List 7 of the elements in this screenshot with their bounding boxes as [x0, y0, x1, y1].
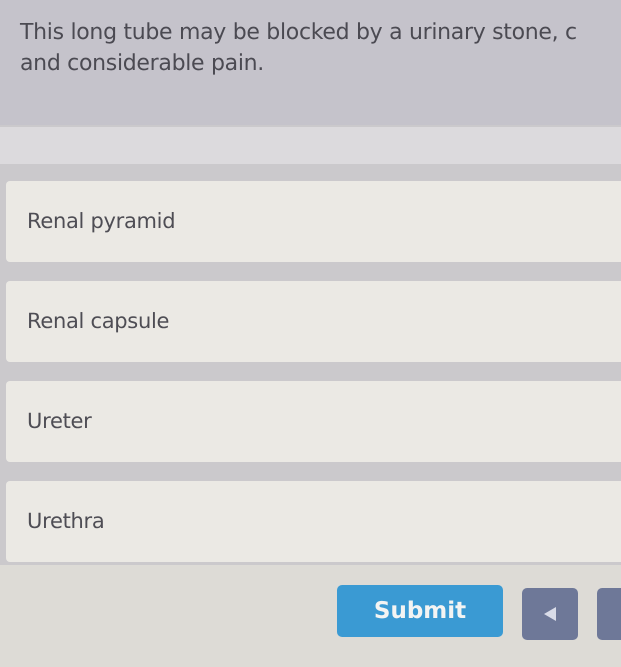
answer-option[interactable]: Renal pyramid [6, 181, 621, 262]
answer-option[interactable]: Urethra [6, 481, 621, 562]
answer-option[interactable]: Ureter [6, 381, 621, 462]
left-triangle-icon [544, 607, 556, 621]
previous-button[interactable] [522, 588, 578, 640]
question-text: This long tube may be blocked by a urinary stone, c and considerable pain. [20, 19, 578, 78]
answer-option[interactable]: Renal capsule [6, 281, 621, 362]
